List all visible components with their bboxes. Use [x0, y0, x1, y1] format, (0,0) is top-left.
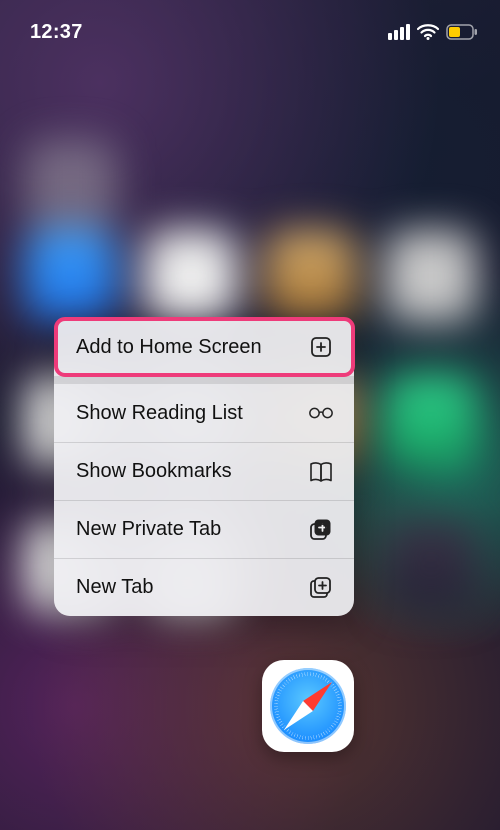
- menu-item-add-to-home-screen[interactable]: Add to Home Screen: [54, 318, 354, 376]
- safari-app-icon[interactable]: [262, 660, 354, 752]
- new-tab-icon: [308, 575, 334, 601]
- menu-item-show-reading-list[interactable]: Show Reading List: [54, 384, 354, 442]
- status-time: 12:37: [30, 21, 83, 44]
- cellular-icon: [388, 24, 410, 40]
- menu-item-show-bookmarks[interactable]: Show Bookmarks: [54, 442, 354, 500]
- menu-item-label: New Private Tab: [76, 518, 221, 541]
- status-bar: 12:37: [0, 0, 500, 54]
- menu-item-label: Add to Home Screen: [76, 336, 262, 359]
- glasses-icon: [308, 400, 334, 426]
- book-icon: [308, 459, 334, 485]
- wifi-icon: [417, 24, 439, 40]
- menu-item-label: Show Reading List: [76, 402, 243, 425]
- menu-group-separator: [54, 376, 354, 384]
- status-indicators: [388, 24, 478, 40]
- menu-item-new-private-tab[interactable]: New Private Tab: [54, 500, 354, 558]
- menu-item-label: New Tab: [76, 576, 153, 599]
- menu-item-new-tab[interactable]: New Tab: [54, 558, 354, 616]
- plus-square-icon: [308, 334, 334, 360]
- private-tab-icon: [308, 517, 334, 543]
- battery-icon: [446, 24, 478, 40]
- context-menu: Add to Home Screen Show Reading List Sho…: [54, 318, 354, 616]
- menu-item-label: Show Bookmarks: [76, 460, 232, 483]
- compass-icon: [270, 668, 346, 744]
